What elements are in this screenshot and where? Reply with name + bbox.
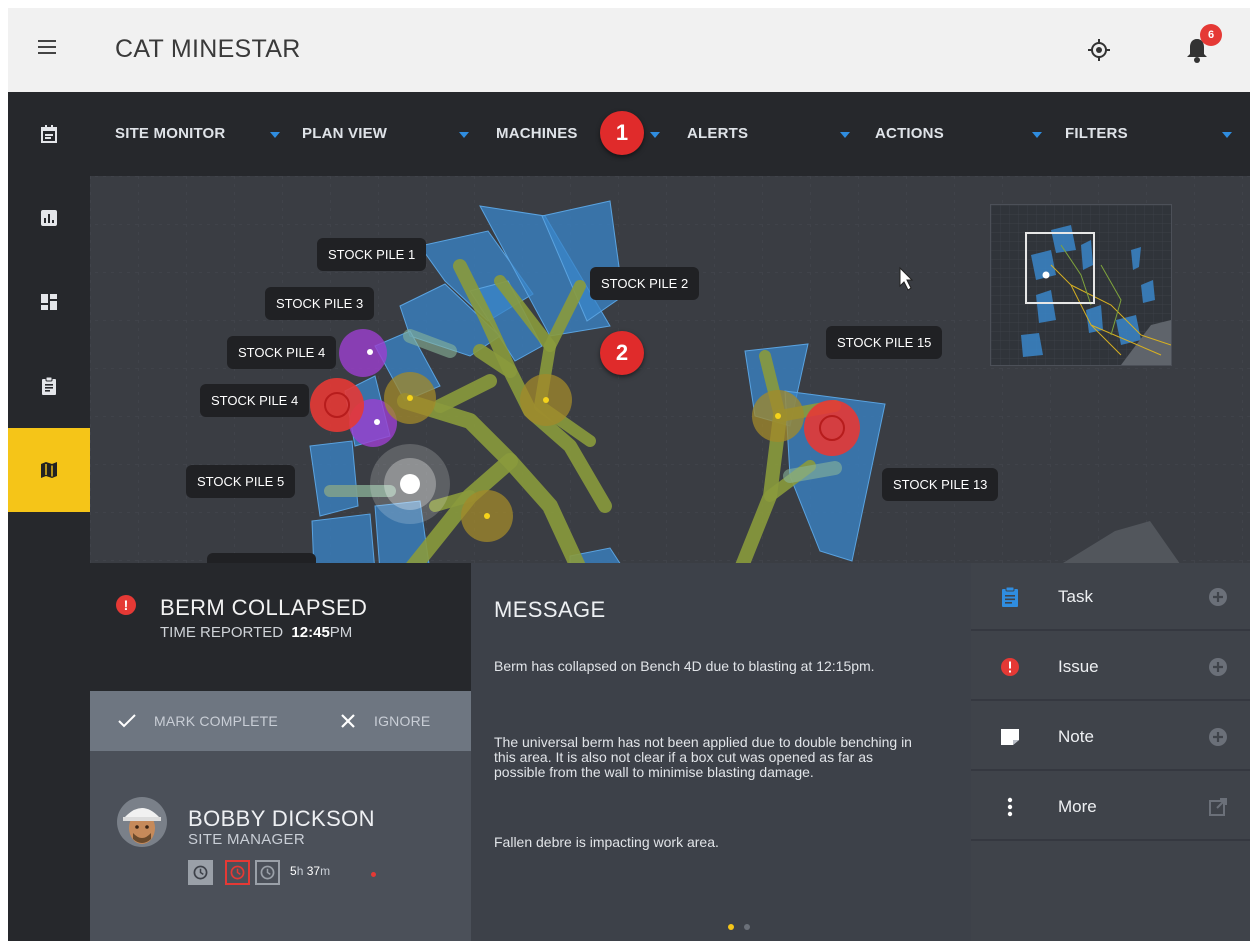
time-value: 12:45 [291, 624, 330, 641]
calendar-icon [41, 125, 57, 143]
chevron-down-icon[interactable] [650, 132, 660, 138]
time-suffix: PM [329, 624, 353, 641]
ignore-label: IGNORE [374, 713, 431, 729]
external-link-icon[interactable] [1208, 797, 1228, 817]
action-label: More [1058, 797, 1097, 816]
issue-alert-icon [998, 655, 1022, 679]
assignee-card: BOBBY DICKSON SITE MANAGER 5h 37m [90, 751, 471, 941]
more-vertical-icon [998, 795, 1022, 819]
person-name: BOBBY DICKSON [188, 806, 375, 831]
sidebar-item-reports[interactable] [8, 176, 90, 260]
nav-bar: SITE MONITOR PLAN VIEW MACHINES ALERTS A… [90, 92, 1250, 176]
message-panel: MESSAGE Berm has collapsed on Bench 4D d… [471, 563, 971, 941]
check-icon [118, 714, 136, 728]
chevron-down-icon[interactable] [270, 132, 280, 138]
chevron-down-icon[interactable] [459, 132, 469, 138]
incident-title: BERM COLLAPSED [160, 595, 368, 620]
app-window: CAT MINESTAR 6 SITE MONITOR PLAN VIEW MA… [8, 8, 1250, 941]
nav-machines[interactable]: MACHINES [496, 125, 578, 142]
duration-hours: 5 [290, 864, 297, 878]
nav-alerts[interactable]: ALERTS [687, 125, 748, 142]
time-label: TIME REPORTED [160, 624, 284, 641]
action-row-issue[interactable]: Issue [971, 633, 1250, 701]
action-row-more[interactable]: More [971, 773, 1250, 841]
chevron-down-icon[interactable] [840, 132, 850, 138]
chevron-down-icon[interactable] [1032, 132, 1042, 138]
crosshair-icon[interactable] [1087, 38, 1111, 62]
action-row-task[interactable]: Task [971, 563, 1250, 631]
add-icon[interactable] [1208, 727, 1228, 747]
add-icon[interactable] [1208, 587, 1228, 607]
app-title: CAT MINESTAR [115, 35, 301, 63]
nav-actions[interactable]: ACTIONS [875, 125, 944, 142]
message-paragraph: Fallen debre is impacting work area. [494, 834, 719, 850]
avatar[interactable] [117, 797, 167, 847]
sidebar [8, 92, 90, 941]
app-header: CAT MINESTAR 6 [8, 8, 1250, 92]
action-row-note[interactable]: Note [971, 703, 1250, 771]
callout-marker: 2 [600, 331, 644, 375]
chevron-down-icon[interactable] [1222, 132, 1232, 138]
mark-complete-label: MARK COMPLETE [154, 713, 278, 729]
hours-unit: h [296, 864, 304, 878]
incident-actions: MARK COMPLETE IGNORE [90, 691, 471, 751]
callout-marker: 1 [600, 111, 644, 155]
stockpile-label[interactable]: STOCK PILE 15 [826, 326, 943, 359]
mark-complete-button[interactable]: MARK COMPLETE [118, 691, 278, 751]
bar-chart-icon [41, 210, 57, 226]
stockpile-label[interactable]: STOCK PILE 1 [317, 238, 427, 271]
nav-filters[interactable]: FILTERS [1065, 125, 1128, 142]
duration-minutes: 37 [306, 864, 321, 878]
message-pager [728, 917, 760, 935]
site-map[interactable]: STOCK PILE 1 STOCK PILE 2 STOCK PILE 3 S… [90, 176, 1250, 571]
stockpile-label[interactable]: STOCK PILE 13 [882, 468, 999, 501]
incident-header: ! BERM COLLAPSED TIME REPORTED 12:45PM [90, 563, 471, 691]
alert-icon: ! [116, 595, 136, 615]
ignore-button[interactable]: IGNORE [340, 691, 430, 751]
sidebar-item-tasks[interactable] [8, 344, 90, 428]
sidebar-item-map[interactable] [8, 428, 90, 512]
pager-dot[interactable] [744, 924, 750, 930]
action-label: Task [1058, 587, 1093, 606]
quick-actions-panel: Task Issue Note More [971, 563, 1250, 941]
pager-dot-active[interactable] [728, 924, 734, 930]
close-icon [341, 714, 355, 728]
map-icon [41, 462, 57, 478]
clipboard-icon [42, 376, 56, 395]
minimap[interactable] [990, 204, 1172, 366]
menu-icon[interactable] [38, 40, 56, 54]
action-label: Issue [1058, 657, 1099, 676]
clock-icon[interactable] [255, 860, 280, 885]
person-role: SITE MANAGER [188, 831, 305, 848]
nav-site-monitor[interactable]: SITE MONITOR [115, 125, 225, 142]
incident-time: TIME REPORTED 12:45PM [160, 624, 352, 641]
status-dot [371, 872, 376, 877]
stockpile-label[interactable]: STOCK PILE 5 [186, 465, 296, 498]
dashboard-icon [41, 294, 57, 310]
stockpile-label[interactable]: STOCK PILE 4 [227, 336, 337, 369]
shift-duration: 5h 37m [290, 864, 330, 878]
message-paragraph: The universal berm has not been applied … [494, 734, 912, 780]
notification-badge: 6 [1200, 24, 1222, 46]
stockpile-label[interactable]: STOCK PILE 3 [265, 287, 375, 320]
clock-icon[interactable] [188, 860, 213, 885]
sidebar-item-dashboard[interactable] [8, 260, 90, 344]
sidebar-item-calendar[interactable] [8, 92, 90, 176]
task-clipboard-icon [998, 585, 1022, 609]
note-icon [998, 725, 1022, 749]
message-title: MESSAGE [494, 597, 606, 622]
stockpile-label[interactable]: STOCK PILE 4 [200, 384, 310, 417]
add-icon[interactable] [1208, 657, 1228, 677]
minutes-unit: m [320, 864, 331, 878]
nav-plan-view[interactable]: PLAN VIEW [302, 125, 387, 142]
message-paragraph: Berm has collapsed on Bench 4D due to bl… [494, 658, 875, 674]
action-label: Note [1058, 727, 1094, 746]
clock-icon[interactable] [225, 860, 250, 885]
stockpile-label[interactable]: STOCK PILE 2 [590, 267, 700, 300]
